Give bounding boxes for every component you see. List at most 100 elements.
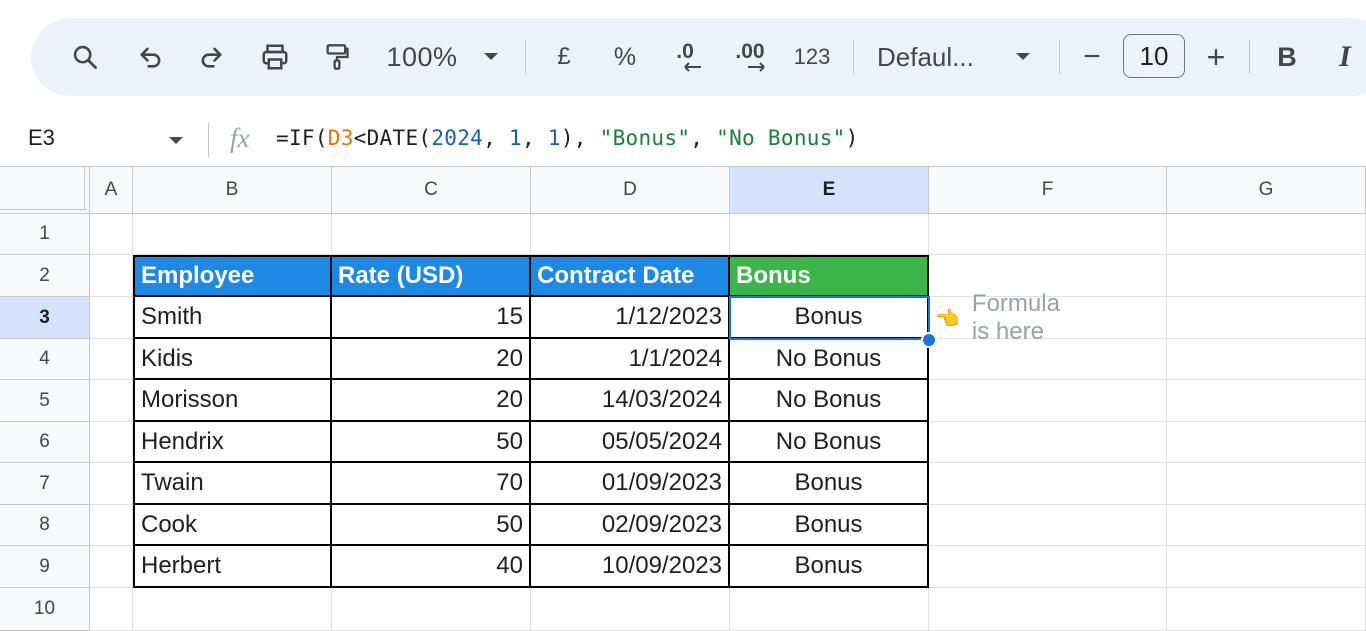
column-header-e[interactable]: E	[730, 167, 929, 214]
row-header-6[interactable]: 6	[0, 422, 90, 463]
print-icon[interactable]	[255, 18, 295, 96]
column-header-d[interactable]: D	[531, 167, 730, 214]
redo-icon[interactable]	[191, 18, 231, 96]
row-header-8[interactable]: 8	[0, 505, 90, 546]
cell-e8[interactable]: Bonus	[730, 505, 929, 546]
cell-a3[interactable]	[90, 297, 133, 339]
cell-f6[interactable]	[929, 422, 1167, 463]
fill-handle[interactable]	[921, 332, 937, 348]
cell-g5[interactable]	[1167, 380, 1366, 422]
cell-e10[interactable]	[730, 588, 929, 631]
italic-button[interactable]: I	[1331, 18, 1359, 96]
cell-g3[interactable]	[1167, 297, 1366, 339]
cell-b4[interactable]: Kidis	[133, 339, 332, 380]
cell-a6[interactable]	[90, 422, 133, 463]
name-box-dropdown-icon[interactable]	[168, 133, 184, 151]
column-header-g[interactable]: G	[1167, 167, 1366, 214]
select-all-corner[interactable]	[0, 167, 90, 214]
cell-c3[interactable]: 15	[332, 297, 531, 339]
cell-c4[interactable]: 20	[332, 339, 531, 380]
cell-b10[interactable]	[133, 588, 332, 631]
row-header-3[interactable]: 3	[0, 297, 90, 339]
column-header-a[interactable]: A	[90, 167, 133, 214]
cell-c1[interactable]	[332, 214, 531, 255]
currency-button[interactable]: £	[549, 18, 579, 96]
cell-a9[interactable]	[90, 546, 133, 588]
row-header-4[interactable]: 4	[0, 339, 90, 380]
cell-d7[interactable]: 01/09/2023	[531, 463, 730, 505]
cell-b7[interactable]: Twain	[133, 463, 332, 505]
cell-f5[interactable]	[929, 380, 1167, 422]
cell-b8[interactable]: Cook	[133, 505, 332, 546]
cell-d8[interactable]: 02/09/2023	[531, 505, 730, 546]
row-header-10[interactable]: 10	[0, 588, 90, 631]
cell-b1[interactable]	[133, 214, 332, 255]
row-header-9[interactable]: 9	[0, 546, 90, 588]
cell-b3[interactable]: Smith	[133, 297, 332, 339]
cell-a10[interactable]	[90, 588, 133, 631]
cell-g6[interactable]	[1167, 422, 1366, 463]
cell-g10[interactable]	[1167, 588, 1366, 631]
cell-f1[interactable]	[929, 214, 1167, 255]
percent-button[interactable]: %	[609, 18, 641, 96]
cell-e9[interactable]: Bonus	[730, 546, 929, 588]
cell-f8[interactable]	[929, 505, 1167, 546]
zoom-select[interactable]: 100%	[381, 18, 463, 96]
cell-b6[interactable]: Hendrix	[133, 422, 332, 463]
cell-c8[interactable]: 50	[332, 505, 531, 546]
cell-d1[interactable]	[531, 214, 730, 255]
cell-b9[interactable]: Herbert	[133, 546, 332, 588]
cell-a8[interactable]	[90, 505, 133, 546]
cell-d3[interactable]: 1/12/2023	[531, 297, 730, 339]
cell-g4[interactable]	[1167, 339, 1366, 380]
cell-f10[interactable]	[929, 588, 1167, 631]
name-box[interactable]: E3	[28, 125, 55, 151]
table-header-cell[interactable]: Rate (USD)	[332, 255, 531, 297]
cell-g2[interactable]	[1167, 255, 1366, 297]
cell-e5[interactable]: No Bonus	[730, 380, 929, 422]
zoom-dropdown-icon[interactable]	[479, 18, 503, 96]
cell-e7[interactable]: Bonus	[730, 463, 929, 505]
column-header-f[interactable]: F	[929, 167, 1167, 214]
cell-c6[interactable]: 50	[332, 422, 531, 463]
font-dropdown-icon[interactable]	[1011, 18, 1035, 96]
increase-font-size-button[interactable]: +	[1199, 18, 1233, 96]
cell-g1[interactable]	[1167, 214, 1366, 255]
undo-icon[interactable]	[131, 18, 171, 96]
table-header-cell[interactable]: Bonus	[730, 255, 929, 297]
row-header-2[interactable]: 2	[0, 255, 90, 297]
cell-d9[interactable]: 10/09/2023	[531, 546, 730, 588]
cell-g8[interactable]	[1167, 505, 1366, 546]
cell-c10[interactable]	[332, 588, 531, 631]
decrease-decimal-button[interactable]: .0	[663, 18, 707, 96]
cell-c5[interactable]: 20	[332, 380, 531, 422]
paint-format-icon[interactable]	[317, 18, 357, 96]
cell-e3[interactable]: Bonus	[730, 297, 929, 339]
column-header-b[interactable]: B	[133, 167, 332, 214]
cell-d6[interactable]: 05/05/2024	[531, 422, 730, 463]
table-header-cell[interactable]: Employee	[133, 255, 332, 297]
formula-input[interactable]: =IF(D3<DATE(2024, 1, 1), "Bonus", "No Bo…	[276, 126, 859, 150]
cell-f9[interactable]	[929, 546, 1167, 588]
cell-d10[interactable]	[531, 588, 730, 631]
cell-d4[interactable]: 1/1/2024	[531, 339, 730, 380]
cell-g7[interactable]	[1167, 463, 1366, 505]
table-header-cell[interactable]: Contract Date	[531, 255, 730, 297]
cell-f7[interactable]	[929, 463, 1167, 505]
cell-e1[interactable]	[730, 214, 929, 255]
column-header-c[interactable]: C	[332, 167, 531, 214]
decrease-font-size-button[interactable]: −	[1075, 18, 1109, 96]
cell-e4[interactable]: No Bonus	[730, 339, 929, 380]
cell-a2[interactable]	[90, 255, 133, 297]
cell-b5[interactable]: Morisson	[133, 380, 332, 422]
cell-g9[interactable]	[1167, 546, 1366, 588]
cell-d5[interactable]: 14/03/2024	[531, 380, 730, 422]
search-icon[interactable]	[65, 18, 105, 96]
cell-a1[interactable]	[90, 214, 133, 255]
bold-button[interactable]: B	[1271, 18, 1303, 96]
cell-c9[interactable]: 40	[332, 546, 531, 588]
number-format-button[interactable]: 123	[787, 18, 837, 96]
cell-a7[interactable]	[90, 463, 133, 505]
row-header-7[interactable]: 7	[0, 463, 90, 505]
cell-e6[interactable]: No Bonus	[730, 422, 929, 463]
